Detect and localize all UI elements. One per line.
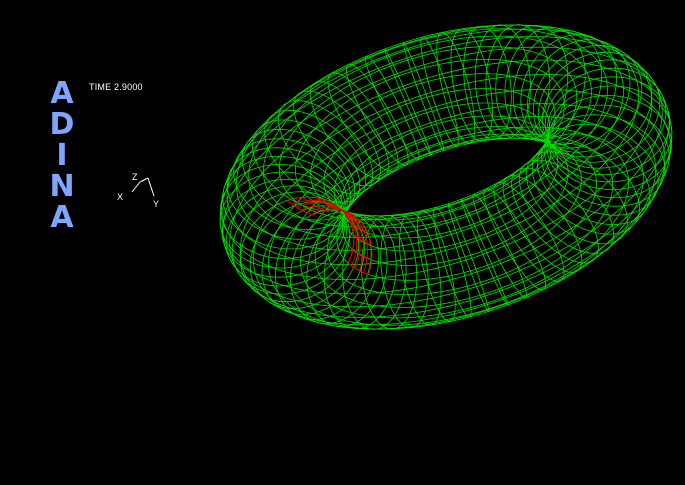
mesh-meridian-line [483,188,547,291]
mesh-parallel-line [219,36,663,295]
mesh-meridian-line [342,215,407,330]
mesh-meridian-line [420,36,459,147]
mesh-parallel-line [229,59,673,318]
torus-mesh[interactable] [0,0,685,485]
graphics-viewport[interactable]: A D I N A TIME 2.9000 Z X Y [0,0,685,485]
mesh-meridian-line [433,207,472,318]
mesh-lines [219,24,673,330]
mesh-parallel-line [221,28,653,280]
mesh-parallel-line [239,74,671,326]
mesh-parallel-line [327,137,598,296]
mesh-parallel-line [294,59,565,217]
mesh-meridian-line [345,63,409,166]
mesh-meridian-line [485,24,550,139]
